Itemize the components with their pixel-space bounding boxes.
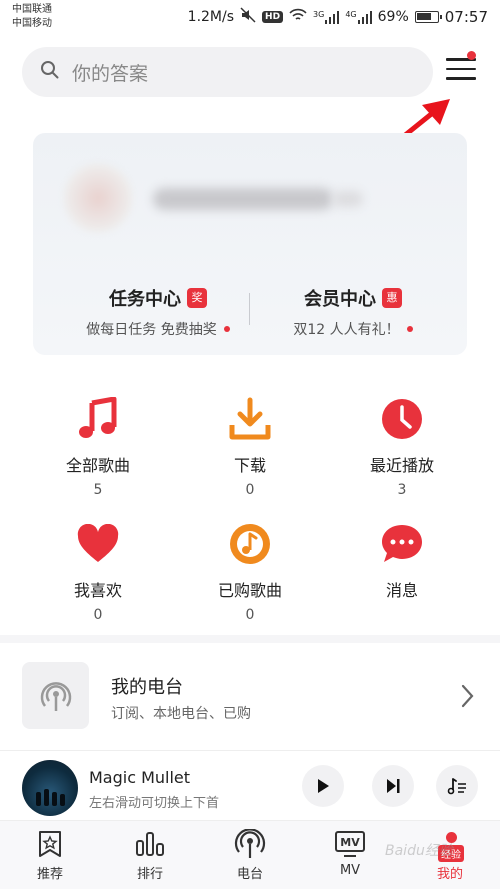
download-icon [175,396,325,442]
vip-center[interactable]: 会员中心 惠 双12 人人有礼！ [258,285,448,339]
avatar[interactable] [63,163,133,233]
purchased-songs-count: 0 [245,607,255,623]
chevron-right-icon [461,684,474,708]
favorites-count: 0 [93,607,103,623]
watermark: Baidu经验 [385,843,453,859]
download-label: 下载 [233,456,266,475]
recent-play-count: 3 [397,482,407,498]
search-icon [40,60,60,84]
radio-thumbnail [22,662,89,729]
favorites-label: 我喜欢 [73,581,122,600]
album-cover[interactable] [22,760,78,816]
svg-text:MV: MV [340,836,360,849]
play-icon [318,779,329,793]
player-separator [0,750,500,751]
task-center-title: 任务中心 [109,289,181,310]
username-blurred[interactable] [153,188,333,210]
section-divider [0,635,500,643]
card-divider [249,293,250,325]
my-radio-title: 我的电台 [111,677,183,698]
song-title: Magic Mullet [89,768,191,787]
radio-antenna-icon [40,681,71,711]
tab-mv[interactable]: MV MV [320,829,380,878]
search-bar[interactable]: 你的答案 [22,47,433,97]
tab-ranking[interactable]: 排行 [120,829,180,882]
battery-icon [414,11,442,23]
skip-next-icon [387,779,400,793]
task-center-badge: 奖 [187,288,207,308]
purchased-music-icon [175,521,325,567]
play-button[interactable] [302,765,344,807]
bookmark-star-icon [20,829,80,859]
chat-bubble-icon [327,521,477,567]
download-item[interactable]: 下载 0 [175,396,325,498]
my-radio-row[interactable]: 我的电台 订阅、本地电台、已购 [0,643,500,747]
carrier-1: 中国联通 [12,4,52,15]
network-type-1: 3G [313,10,325,19]
purchased-songs-label: 已购歌曲 [217,581,282,600]
hd-badge: HD [262,11,284,23]
cover-figure [44,789,49,806]
search-placeholder: 你的答案 [72,62,149,85]
task-center-subtitle: 做每日任务 免费抽奖 [86,322,217,338]
task-notification-dot [223,326,230,332]
favorites-item[interactable]: 我喜欢 0 [23,521,173,623]
clock: 07:57 [444,8,488,26]
mute-icon [240,7,256,27]
heart-icon [23,521,173,567]
tab-mine-label: 我的 [436,867,463,882]
tab-ranking-label: 排行 [136,867,163,882]
wifi-icon [289,8,307,26]
tab-mv-label: MV [339,863,361,878]
carrier-2: 中国移动 [12,18,52,29]
playlist-button[interactable] [436,765,478,807]
clock-icon [327,396,477,442]
cover-figure [60,794,65,806]
signal-icon-2: 4G [345,10,372,24]
next-button[interactable] [372,765,414,807]
tab-recommend-label: 推荐 [36,867,63,882]
network-type-2: 4G [345,10,357,19]
vip-center-subtitle: 双12 人人有礼！ [293,322,400,338]
recent-play-label: 最近播放 [369,456,434,475]
cover-figure [36,792,41,806]
download-count: 0 [245,482,255,498]
recent-play-item[interactable]: 最近播放 3 [327,396,477,498]
status-bar: 中国联通 中国移动 1.2M/s HD 3G 4G 69% 07:57 [0,0,500,34]
my-radio-subtitle: 订阅、本地电台、已购 [111,706,251,722]
purchased-songs-item[interactable]: 已购歌曲 0 [175,521,325,623]
tab-radio-label: 电台 [236,867,263,882]
menu-button[interactable] [446,58,476,86]
tab-radio[interactable]: 电台 [220,829,280,882]
vip-center-badge: 惠 [382,288,402,308]
playlist-icon [447,778,466,795]
battery-percent: 69% [377,9,409,25]
messages-item[interactable]: 消息 [327,521,477,601]
vip-center-title: 会员中心 [304,289,376,310]
vip-notification-dot [406,326,413,332]
mv-tv-icon: MV [320,829,380,859]
bar-chart-icon [120,829,180,859]
user-level-blurred [333,191,363,207]
network-speed: 1.2M/s [187,9,235,25]
radio-icon [220,829,280,859]
cover-figure [52,792,57,806]
all-songs-label: 全部歌曲 [65,456,130,475]
all-songs-count: 5 [93,482,103,498]
swipe-hint: 左右滑动可切换上下首 [89,796,220,811]
messages-label: 消息 [385,581,418,600]
all-songs-item[interactable]: 全部歌曲 5 [23,396,173,498]
user-card: 任务中心 奖 做每日任务 免费抽奖 会员中心 惠 双12 人人有礼！ [33,133,467,355]
task-center[interactable]: 任务中心 奖 做每日任务 免费抽奖 [63,285,253,339]
tab-recommend[interactable]: 推荐 [20,829,80,882]
signal-icon: 3G [313,10,340,24]
music-note-icon [23,396,173,442]
menu-notification-dot [467,51,476,60]
mini-player[interactable]: Magic Mullet 左右滑动可切换上下首 [0,752,500,820]
